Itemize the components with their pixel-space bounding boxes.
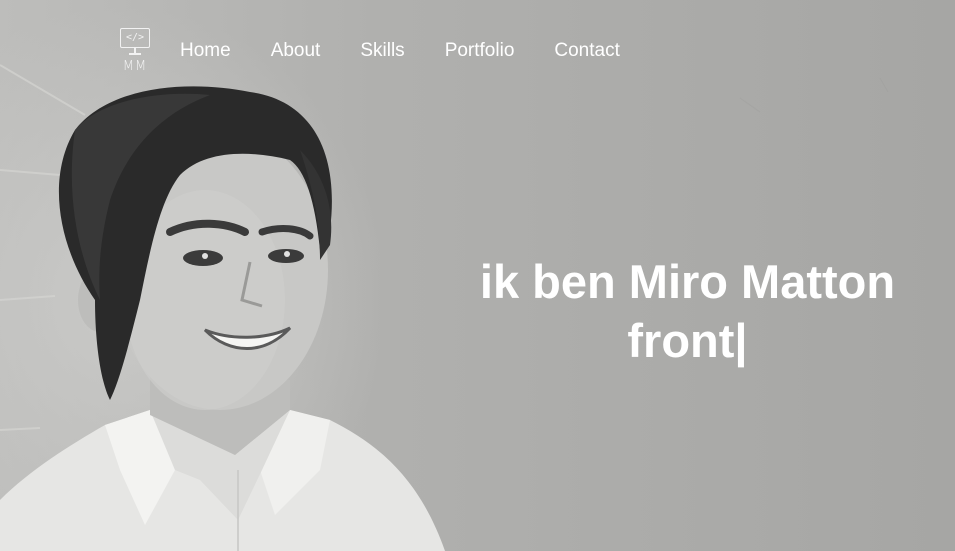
nav-link-home[interactable]: Home xyxy=(180,40,231,62)
site-logo[interactable]: </> MM xyxy=(118,28,152,78)
nav-link-portfolio[interactable]: Portfolio xyxy=(445,40,515,62)
top-navigation: </> MM Home About Skills Portfolio Conta… xyxy=(118,28,620,78)
monitor-code-icon: </> xyxy=(120,28,150,48)
nav-links: Home About Skills Portfolio Contact xyxy=(180,40,620,62)
nav-link-about[interactable]: About xyxy=(271,40,321,62)
code-brackets-glyph: </> xyxy=(125,32,145,43)
nav-link-contact[interactable]: Contact xyxy=(554,40,619,62)
logo-initials: MM xyxy=(122,58,148,74)
monitor-base xyxy=(129,53,141,55)
hero-headline: ik ben Miro Matton front| xyxy=(420,252,955,370)
hero-typed-role: front| xyxy=(627,314,748,367)
hero-intro-text: ik ben Miro Matton xyxy=(479,255,896,308)
nav-link-skills[interactable]: Skills xyxy=(360,40,404,62)
